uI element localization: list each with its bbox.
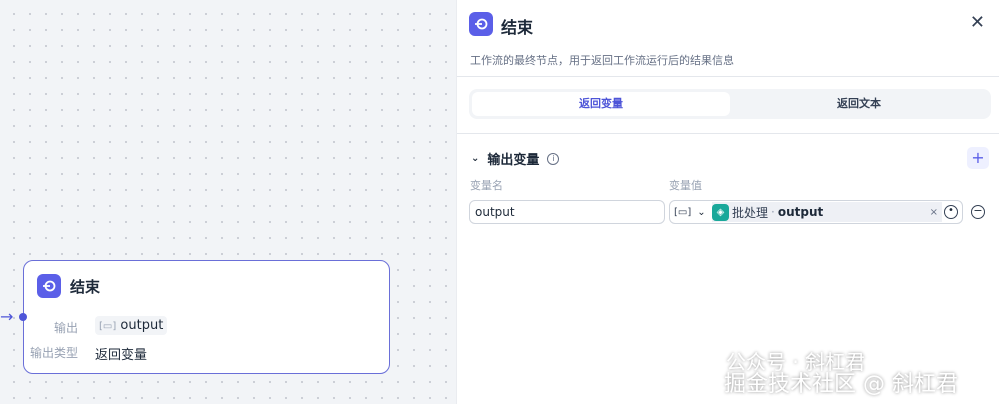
divider — [457, 76, 999, 77]
column-variable-value: 变量值 — [669, 179, 702, 192]
divider — [457, 133, 999, 134]
end-node[interactable]: 结束 输出 [▭] output 输出类型 返回变量 — [19, 260, 390, 374]
end-node-icon — [469, 12, 493, 36]
panel-description: 工作流的最终节点，用于返回工作流运行后的结果信息 — [470, 54, 734, 67]
end-node-icon — [37, 274, 61, 298]
variable-type-icon[interactable]: [▭] — [674, 207, 691, 218]
node-input-handle[interactable] — [19, 313, 27, 321]
iteration-node-icon: ◈ — [712, 203, 729, 221]
output-type-label: 输出类型 — [29, 346, 78, 360]
info-icon: i — [547, 152, 560, 165]
section-title: 输出变量 — [487, 153, 540, 168]
workflow-canvas[interactable]: → 结束 输出 [▭] output 输出类型 返回变量 — [0, 0, 456, 404]
watermark-line-2: 掘金技术社区 @ 斜杠君 — [724, 372, 958, 397]
tab-return-text[interactable]: 返回文本 — [730, 92, 988, 116]
variable-icon: [▭] — [99, 321, 117, 332]
column-variable-name: 变量名 — [470, 179, 503, 192]
edge-arrow-icon: → — [0, 307, 14, 326]
output-chip: [▭] output — [95, 316, 168, 335]
node-settings-panel: 结束 ✕ 工作流的最终节点，用于返回工作流运行后的结果信息 返回变量 返回文本 … — [456, 0, 999, 404]
output-variables-section[interactable]: ⌄ 输出变量 i — [471, 149, 560, 168]
clear-icon[interactable]: × — [930, 207, 938, 218]
add-variable-button[interactable]: + — [967, 147, 989, 169]
close-icon[interactable]: ✕ — [970, 12, 985, 33]
output-mode-tabs: 返回变量 返回文本 — [469, 89, 991, 119]
remove-variable-icon[interactable]: − — [971, 205, 985, 219]
tab-return-variable[interactable]: 返回变量 — [472, 92, 730, 116]
node-title: 结束 — [70, 278, 101, 296]
variable-reference-tag: ◈ 批处理 · output × — [712, 202, 942, 222]
output-label: 输出 — [53, 321, 78, 335]
output-type-value: 返回变量 — [95, 348, 148, 363]
chevron-down-icon[interactable]: ⌄ — [471, 153, 479, 164]
variable-name-input[interactable]: output — [469, 200, 665, 224]
variable-value-selector[interactable]: [▭] ⌄ ◈ 批处理 · output × • — [669, 200, 963, 224]
chevron-down-icon[interactable]: ⌄ — [697, 207, 705, 218]
target-icon[interactable]: • — [944, 205, 958, 219]
panel-title: 结束 — [501, 18, 534, 37]
